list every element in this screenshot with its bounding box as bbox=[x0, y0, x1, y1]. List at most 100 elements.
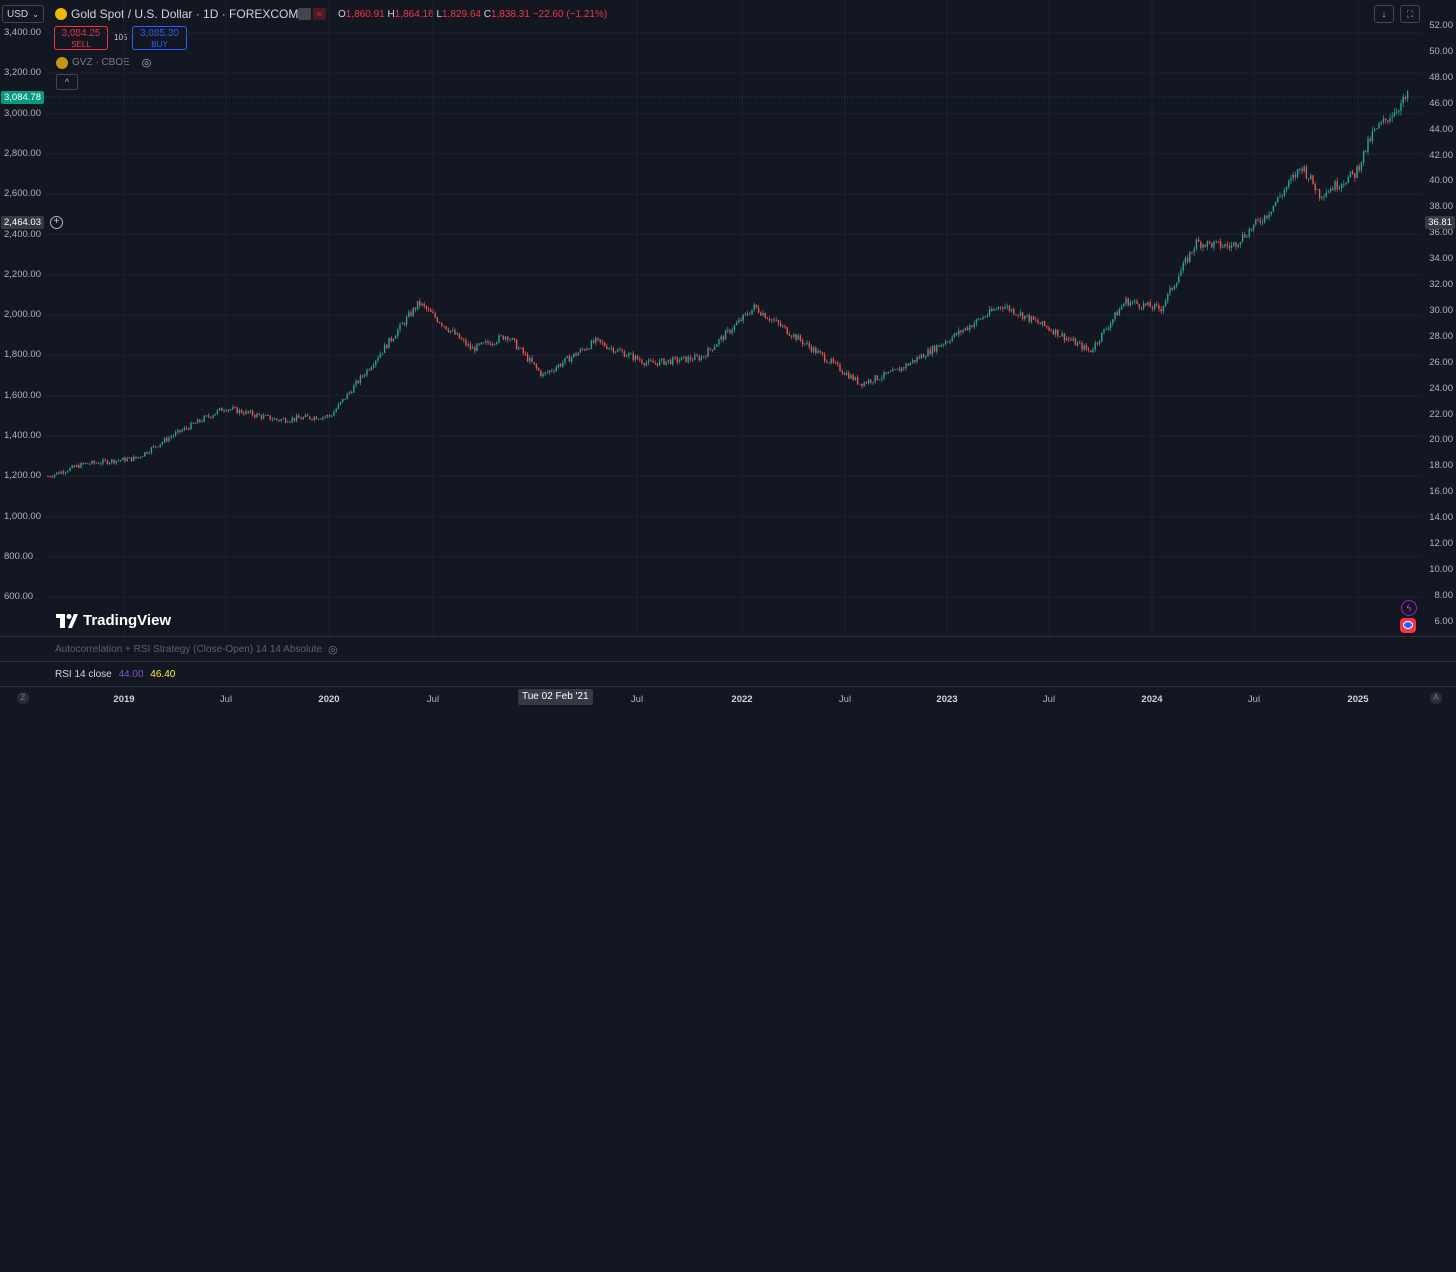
candle-body bbox=[1123, 303, 1125, 307]
candle-body bbox=[467, 344, 469, 346]
candle-body bbox=[267, 414, 269, 416]
candle-body bbox=[742, 314, 744, 321]
candle-body bbox=[1259, 220, 1261, 223]
candle-body bbox=[533, 362, 535, 365]
candle-body bbox=[988, 308, 991, 316]
candle-body bbox=[625, 356, 628, 357]
candle-body bbox=[687, 356, 689, 363]
candle-body bbox=[584, 349, 586, 351]
candle-body bbox=[705, 356, 707, 358]
candle-body bbox=[1068, 338, 1070, 340]
strategy-hide-eye-icon[interactable]: ◎ bbox=[328, 643, 338, 656]
candle-body bbox=[973, 323, 975, 328]
rsi-legend[interactable]: RSI 14 close 44.00 46.40 bbox=[55, 669, 175, 680]
candle-body bbox=[1290, 178, 1292, 181]
candle-body bbox=[903, 367, 905, 369]
candle-body bbox=[441, 323, 443, 326]
candle-body bbox=[966, 327, 969, 330]
candle-body bbox=[566, 356, 568, 358]
candle-body bbox=[482, 342, 485, 344]
time-axis-tick: 2019 bbox=[113, 694, 135, 705]
candle-body bbox=[845, 372, 848, 375]
candle-body bbox=[476, 343, 478, 352]
candle-body bbox=[931, 346, 934, 355]
candle-body bbox=[47, 476, 49, 478]
candle-body bbox=[830, 359, 832, 363]
earnings-icon[interactable] bbox=[1400, 618, 1416, 633]
candle-body bbox=[914, 360, 916, 362]
flash-icon[interactable]: ϟ bbox=[1401, 600, 1417, 616]
candle-body bbox=[821, 352, 824, 355]
candle-body bbox=[229, 409, 232, 411]
candle-body bbox=[982, 316, 984, 320]
pane-separator[interactable] bbox=[0, 636, 1456, 637]
candle-body bbox=[889, 371, 892, 373]
pane-separator-2[interactable] bbox=[0, 661, 1456, 662]
crosshair-price-value: 2,464.03 bbox=[4, 217, 41, 228]
candle-body bbox=[925, 356, 927, 358]
candle-body bbox=[401, 323, 403, 325]
tradingview-logo-text: TradingView bbox=[83, 612, 172, 629]
candle-body bbox=[909, 362, 912, 366]
candle-body bbox=[1244, 234, 1246, 238]
crosshair-right-value: 36.81 bbox=[1428, 217, 1452, 228]
candle-body bbox=[223, 410, 225, 412]
candle-body bbox=[944, 341, 947, 345]
candle-body bbox=[628, 353, 630, 357]
candle-body bbox=[480, 342, 483, 345]
candle-body bbox=[102, 459, 104, 464]
strategy-legend[interactable]: Autocorrelation + RSI Strategy (Close-Op… bbox=[55, 643, 338, 656]
candle-body bbox=[661, 358, 663, 361]
candle-body bbox=[1277, 196, 1279, 203]
candle-body bbox=[603, 342, 606, 347]
candle-body bbox=[199, 419, 201, 422]
candle-body bbox=[366, 369, 368, 376]
left-axis-tick: 3,000.00 bbox=[4, 107, 41, 119]
candle-body bbox=[1301, 168, 1303, 171]
candle-body bbox=[645, 362, 648, 366]
add-alert-plus-icon[interactable]: + bbox=[50, 216, 63, 229]
candle-body bbox=[1285, 186, 1288, 191]
zoom-reset-button[interactable]: Z bbox=[17, 692, 29, 704]
candle-body bbox=[1268, 214, 1270, 218]
candle-body bbox=[295, 415, 298, 421]
right-axis-tick: 40.00 bbox=[1429, 175, 1453, 187]
candle-body bbox=[1189, 251, 1191, 262]
left-axis-tick: 2,800.00 bbox=[4, 147, 41, 159]
candle-body bbox=[1116, 312, 1118, 316]
candle-body bbox=[1140, 307, 1143, 309]
last-price-value: 3,084.78 bbox=[4, 92, 41, 103]
candle-body bbox=[1098, 341, 1101, 344]
candle-body bbox=[773, 319, 775, 321]
candle-body bbox=[322, 416, 324, 419]
candle-body bbox=[1327, 191, 1330, 193]
price-chart[interactable] bbox=[46, 0, 1422, 636]
candle-body bbox=[1208, 241, 1211, 243]
candle-body bbox=[381, 352, 384, 354]
candle-body bbox=[405, 316, 408, 325]
candle-body bbox=[227, 409, 230, 412]
candle-body bbox=[557, 364, 560, 368]
candle-body bbox=[1274, 202, 1277, 206]
candle-body bbox=[287, 422, 289, 423]
candle-body bbox=[82, 463, 84, 464]
candle-body bbox=[1052, 330, 1055, 335]
tradingview-logo[interactable]: TradingView bbox=[56, 612, 171, 629]
candle-body bbox=[100, 463, 102, 465]
auto-scale-button[interactable]: A bbox=[1430, 692, 1442, 704]
time-axis[interactable] bbox=[0, 687, 1456, 710]
currency-select[interactable]: USD ⌄ bbox=[2, 5, 44, 23]
candle-body bbox=[678, 360, 681, 362]
candle-body bbox=[1263, 215, 1266, 223]
candle-body bbox=[689, 356, 692, 360]
candle-body bbox=[1048, 327, 1050, 331]
candle-body bbox=[1343, 184, 1345, 185]
candle-body bbox=[1211, 242, 1213, 248]
candle-body bbox=[368, 369, 370, 371]
candle-body bbox=[898, 368, 901, 372]
price-axis-right[interactable]: 52.00 50.00 48.00 46.00 44.00 42.00 40.00 38.00… bbox=[0, 20, 1453, 1272]
candle-body bbox=[815, 347, 817, 354]
candle-body bbox=[907, 363, 909, 366]
candle-body bbox=[1120, 306, 1123, 310]
candle-body bbox=[623, 351, 626, 357]
